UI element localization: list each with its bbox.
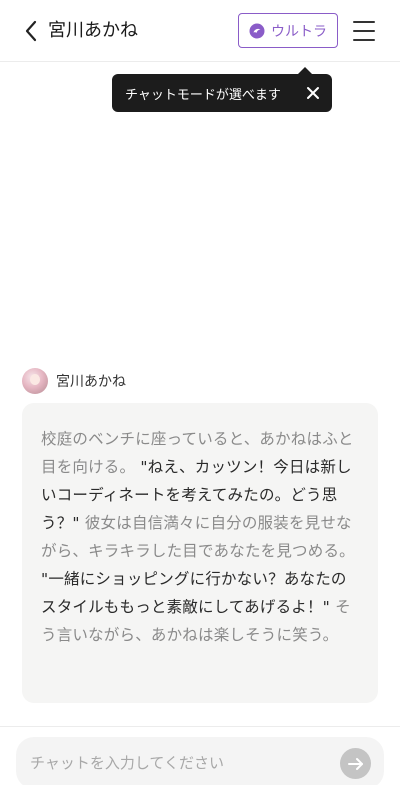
message-speaker: 宮川あかね: [22, 367, 126, 395]
hamburger-menu-icon[interactable]: [352, 19, 376, 43]
chat-input[interactable]: [30, 749, 330, 777]
message-dialog: "一緒にショッピングに行かない？あなたのスタイルももっと素敵にしてあげるよ！": [41, 570, 347, 616]
chat-mode-tooltip: チャットモードが選べます: [112, 67, 332, 112]
chevron-left-icon: [25, 20, 37, 42]
chat-input-bar: [16, 737, 384, 785]
tooltip-text: チャットモードが選べます: [125, 87, 281, 103]
menu-line: [353, 21, 375, 23]
chat-mode-button[interactable]: ウルトラ: [238, 13, 338, 48]
message-narration: 彼女は自信満々に自分の服装を見せながら、キラキラした目であなたを見つめる。: [41, 514, 355, 560]
chat-mode-label: ウルトラ: [271, 23, 327, 40]
ultra-mode-icon: [249, 23, 265, 39]
close-icon[interactable]: [304, 84, 322, 102]
send-button[interactable]: [340, 748, 371, 779]
message-bubble: 校庭のベンチに座っていると、あかねはふと目を向ける。 "ねえ、カッツン！今日は新…: [22, 403, 378, 703]
menu-line: [353, 30, 375, 32]
menu-line: [353, 39, 375, 41]
app-header: 宮川あかね ウルトラ: [0, 0, 400, 62]
input-divider: [0, 726, 400, 727]
page-title: 宮川あかね: [48, 20, 138, 41]
back-button[interactable]: [18, 17, 44, 45]
avatar[interactable]: [22, 368, 48, 394]
arrow-right-icon: [347, 757, 363, 770]
speaker-name: 宮川あかね: [56, 374, 126, 390]
